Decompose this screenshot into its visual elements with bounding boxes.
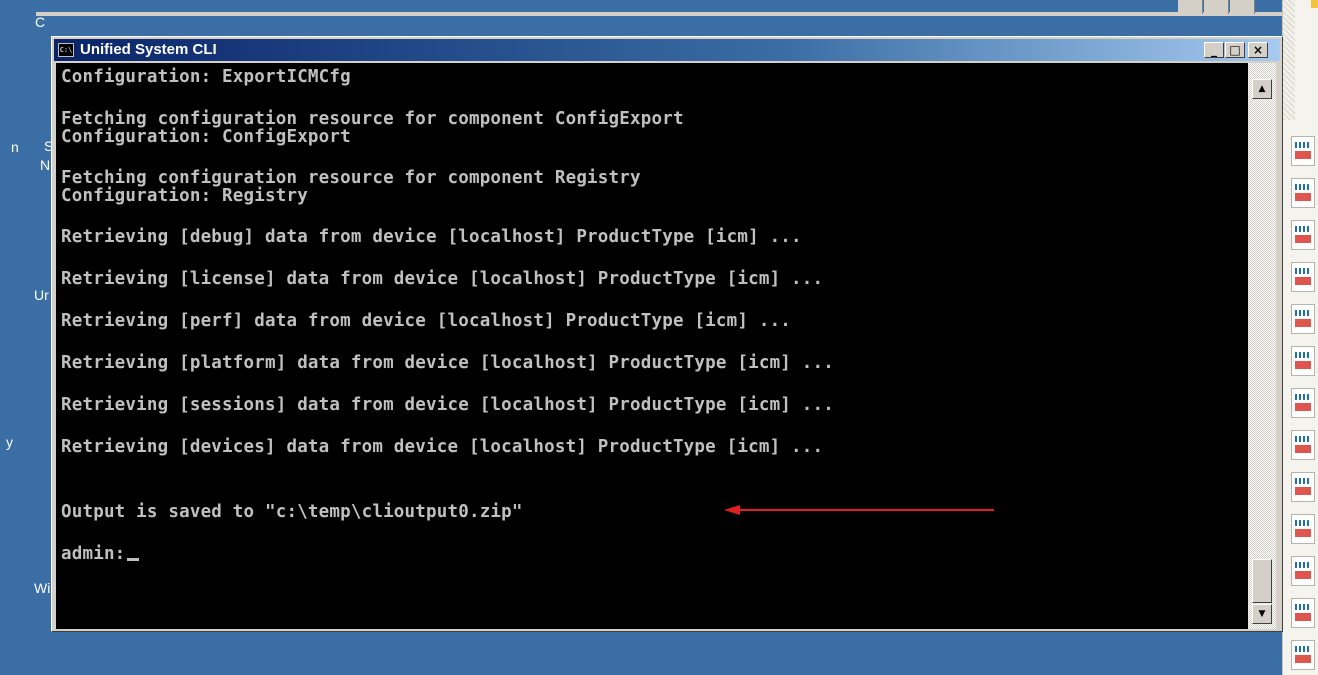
cisco-icon[interactable] xyxy=(1291,388,1315,418)
console-line: Configuration: Registry xyxy=(61,186,308,206)
cli-window: C:\ Unified System CLI _ □ × Configurati… xyxy=(51,36,1283,632)
window-title: Unified System CLI xyxy=(80,41,217,58)
desktop-label[interactable]: C xyxy=(35,14,45,30)
cisco-icon[interactable] xyxy=(1291,598,1315,628)
minimize-button[interactable]: _ xyxy=(1204,42,1224,58)
console-line: Output is saved to "c:\temp\clioutput0.z… xyxy=(61,502,523,522)
desktop-label[interactable]: y xyxy=(6,434,13,450)
panel-accent xyxy=(1311,0,1318,8)
text-cursor xyxy=(127,558,140,561)
console-app-icon[interactable]: C:\ xyxy=(58,43,74,57)
desktop-label[interactable]: Ur xyxy=(34,287,49,303)
cisco-icon[interactable] xyxy=(1291,514,1315,544)
console-line: Retrieving [perf] data from device [loca… xyxy=(61,311,792,331)
background-button xyxy=(1204,0,1229,14)
cisco-icon[interactable] xyxy=(1291,136,1315,166)
command-prompt[interactable]: admin: xyxy=(61,544,140,564)
panel-hatch xyxy=(1283,0,1295,120)
console-output[interactable]: Configuration: ExportICMCfg Fetching con… xyxy=(56,63,1248,629)
cisco-icon[interactable] xyxy=(1291,640,1315,670)
console-line: Fetching configuration resource for comp… xyxy=(61,109,684,129)
background-window-strip xyxy=(0,0,1290,16)
cisco-icon[interactable] xyxy=(1291,220,1315,250)
desktop-label[interactable]: N xyxy=(40,157,50,173)
scroll-up-button[interactable]: ▲ xyxy=(1252,79,1272,99)
background-window-edge xyxy=(36,12,1290,16)
desktop-label[interactable]: n xyxy=(11,139,19,155)
console-line: Retrieving [license] data from device [l… xyxy=(61,269,824,289)
vertical-scrollbar[interactable]: ▲ ▼ xyxy=(1248,63,1276,629)
close-button[interactable]: × xyxy=(1248,42,1268,58)
desktop-label[interactable]: Wi xyxy=(34,580,50,596)
right-side-panel xyxy=(1282,0,1318,675)
cisco-icon[interactable] xyxy=(1291,556,1315,586)
console-line: Retrieving [sessions] data from device [… xyxy=(61,395,834,415)
console-line: Retrieving [platform] data from device [… xyxy=(61,353,834,373)
cisco-icon[interactable] xyxy=(1291,346,1315,376)
scrollbar-thumb[interactable] xyxy=(1252,559,1272,603)
arrow-head xyxy=(724,505,740,515)
background-button xyxy=(1178,0,1203,14)
console-line: Retrieving [debug] data from device [loc… xyxy=(61,227,802,247)
cisco-icon[interactable] xyxy=(1291,304,1315,334)
annotation-arrow-icon xyxy=(724,505,994,515)
console-line: Retrieving [devices] data from device [l… xyxy=(61,437,824,457)
console-line: Configuration: ExportICMCfg xyxy=(61,67,351,87)
console-line: Configuration: ConfigExport xyxy=(61,127,351,147)
cisco-icon[interactable] xyxy=(1291,178,1315,208)
background-button xyxy=(1230,0,1255,14)
desktop: C n S N Ur y Wi C:\ Unified System CLI _… xyxy=(0,0,1318,675)
cisco-icon[interactable] xyxy=(1291,262,1315,292)
maximize-button[interactable]: □ xyxy=(1225,42,1245,58)
console-line: Fetching configuration resource for comp… xyxy=(61,168,641,188)
prompt-text: admin: xyxy=(61,544,126,564)
cisco-icon[interactable] xyxy=(1291,430,1315,460)
cisco-icon[interactable] xyxy=(1291,472,1315,502)
scroll-down-button[interactable]: ▼ xyxy=(1252,604,1272,624)
title-bar[interactable]: C:\ Unified System CLI _ □ × xyxy=(54,39,1280,61)
